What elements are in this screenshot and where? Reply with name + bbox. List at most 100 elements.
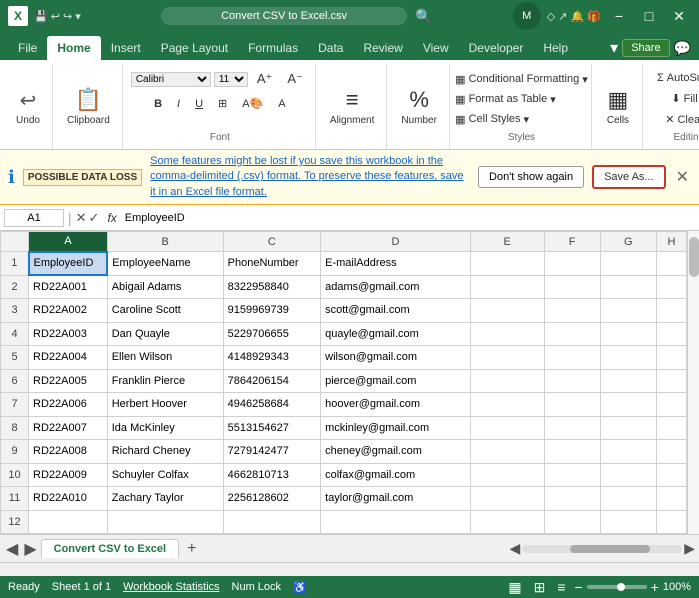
underline-button[interactable]: U xyxy=(189,95,209,113)
table-cell[interactable]: RD22A007 xyxy=(29,416,108,440)
table-cell[interactable]: adams@gmail.com xyxy=(321,275,471,299)
table-cell[interactable]: RD22A004 xyxy=(29,346,108,370)
table-cell[interactable] xyxy=(656,510,686,534)
normal-view-btn[interactable]: ▦ xyxy=(505,578,524,597)
table-cell[interactable] xyxy=(544,416,600,440)
table-cell[interactable] xyxy=(600,510,656,534)
table-cell[interactable] xyxy=(544,463,600,487)
table-cell[interactable]: Dan Quayle xyxy=(107,322,223,346)
table-cell[interactable] xyxy=(600,252,656,276)
cells-button[interactable]: ▦ Cells xyxy=(600,83,636,130)
tab-view[interactable]: View xyxy=(413,36,459,60)
maximize-button[interactable]: □ xyxy=(637,4,661,28)
prev-sheet-btn[interactable]: ◀ xyxy=(4,537,20,561)
table-cell[interactable]: RD22A008 xyxy=(29,440,108,464)
tab-insert[interactable]: Insert xyxy=(101,36,151,60)
table-cell[interactable]: quayle@gmail.com xyxy=(321,322,471,346)
table-cell[interactable] xyxy=(656,299,686,323)
table-cell[interactable] xyxy=(470,463,544,487)
cancel-formula-btn[interactable]: ✕ xyxy=(76,210,87,226)
table-cell[interactable]: 4946258684 xyxy=(223,393,320,417)
col-header-a[interactable]: A xyxy=(29,232,108,252)
save-as-button[interactable]: Save As... xyxy=(592,165,666,189)
undo-button[interactable]: ↩ Undo xyxy=(10,84,46,130)
table-cell[interactable] xyxy=(470,393,544,417)
increase-font-btn[interactable]: A⁺ xyxy=(251,68,279,90)
confirm-formula-btn[interactable]: ✓ xyxy=(89,210,100,226)
tab-formulas[interactable]: Formulas xyxy=(238,36,308,60)
tab-help[interactable]: Help xyxy=(533,36,578,60)
zoom-track[interactable] xyxy=(587,585,647,589)
table-cell[interactable] xyxy=(544,487,600,511)
table-cell[interactable]: 7864206154 xyxy=(223,369,320,393)
table-cell[interactable] xyxy=(600,463,656,487)
table-cell[interactable]: scott@gmail.com xyxy=(321,299,471,323)
scroll-left-btn[interactable]: ◀ xyxy=(509,540,520,557)
fill-button[interactable]: ⬇ Fill ▾ xyxy=(665,89,699,108)
table-cell[interactable]: 8322958840 xyxy=(223,275,320,299)
table-cell[interactable] xyxy=(544,346,600,370)
table-cell[interactable] xyxy=(321,510,471,534)
add-sheet-btn[interactable]: + xyxy=(181,538,202,560)
active-sheet-tab[interactable]: Convert CSV to Excel xyxy=(41,539,179,558)
tab-review[interactable]: Review xyxy=(353,36,412,60)
font-family-select[interactable]: Calibri xyxy=(131,72,211,87)
dont-show-again-button[interactable]: Don't show again xyxy=(478,166,584,188)
number-button[interactable]: % Number xyxy=(395,83,443,130)
workbook-stats[interactable]: Workbook Statistics xyxy=(123,581,219,594)
ribbon-collapse-btn[interactable]: ▾ xyxy=(610,38,618,58)
table-cell[interactable] xyxy=(656,487,686,511)
table-cell[interactable] xyxy=(544,369,600,393)
vertical-scrollbar[interactable] xyxy=(687,231,699,534)
table-cell[interactable]: EmployeeName xyxy=(107,252,223,276)
decrease-font-btn[interactable]: A⁻ xyxy=(281,68,309,90)
bold-button[interactable]: B xyxy=(148,95,168,113)
scroll-right-btn[interactable]: ▶ xyxy=(684,540,695,557)
table-cell[interactable]: cheney@gmail.com xyxy=(321,440,471,464)
horizontal-scrollbar[interactable] xyxy=(522,545,682,553)
table-cell[interactable] xyxy=(656,440,686,464)
table-cell[interactable] xyxy=(656,369,686,393)
table-cell[interactable]: RD22A009 xyxy=(29,463,108,487)
table-cell[interactable]: RD22A001 xyxy=(29,275,108,299)
tab-page-layout[interactable]: Page Layout xyxy=(151,36,238,60)
table-cell[interactable]: Ellen Wilson xyxy=(107,346,223,370)
table-cell[interactable]: 4662810713 xyxy=(223,463,320,487)
comments-button[interactable]: 💬 xyxy=(674,40,691,57)
table-cell[interactable] xyxy=(600,275,656,299)
table-cell[interactable] xyxy=(470,416,544,440)
page-layout-view-btn[interactable]: ⊞ xyxy=(531,578,549,597)
fill-color-button[interactable]: A🎨 xyxy=(236,94,269,113)
table-cell[interactable]: Ida McKinley xyxy=(107,416,223,440)
table-cell[interactable] xyxy=(470,487,544,511)
italic-button[interactable]: I xyxy=(171,95,186,113)
table-cell[interactable] xyxy=(107,510,223,534)
zoom-in-btn[interactable]: + xyxy=(651,579,659,595)
conditional-formatting-button[interactable]: ▦ Conditional Formatting ▾ xyxy=(449,70,594,89)
table-cell[interactable]: Richard Cheney xyxy=(107,440,223,464)
font-color-button[interactable]: A xyxy=(272,95,291,113)
info-close-button[interactable]: ✕ xyxy=(674,165,691,189)
table-cell[interactable] xyxy=(600,440,656,464)
table-cell[interactable] xyxy=(656,463,686,487)
table-cell[interactable] xyxy=(656,346,686,370)
table-cell[interactable] xyxy=(470,346,544,370)
table-cell[interactable] xyxy=(223,510,320,534)
table-cell[interactable]: Schuyler Colfax xyxy=(107,463,223,487)
table-cell[interactable]: Herbert Hoover xyxy=(107,393,223,417)
col-header-c[interactable]: C xyxy=(223,232,320,252)
grid-container[interactable]: A B C D E F G H 1EmployeeIDEmployeeNameP… xyxy=(0,231,699,534)
col-header-f[interactable]: F xyxy=(544,232,600,252)
table-cell[interactable]: wilson@gmail.com xyxy=(321,346,471,370)
table-cell[interactable]: 5513154627 xyxy=(223,416,320,440)
search-icon[interactable]: 🔍 xyxy=(415,8,432,25)
table-cell[interactable]: RD22A010 xyxy=(29,487,108,511)
clipboard-button[interactable]: 📋 Clipboard xyxy=(61,83,116,130)
alignment-button[interactable]: ≡ Alignment xyxy=(324,83,380,130)
zoom-out-btn[interactable]: − xyxy=(574,579,582,595)
table-cell[interactable] xyxy=(600,346,656,370)
formula-input[interactable] xyxy=(125,212,695,224)
close-button[interactable]: ✕ xyxy=(667,4,691,28)
table-cell[interactable]: Franklin Pierce xyxy=(107,369,223,393)
border-button[interactable]: ⊞ xyxy=(212,94,233,113)
